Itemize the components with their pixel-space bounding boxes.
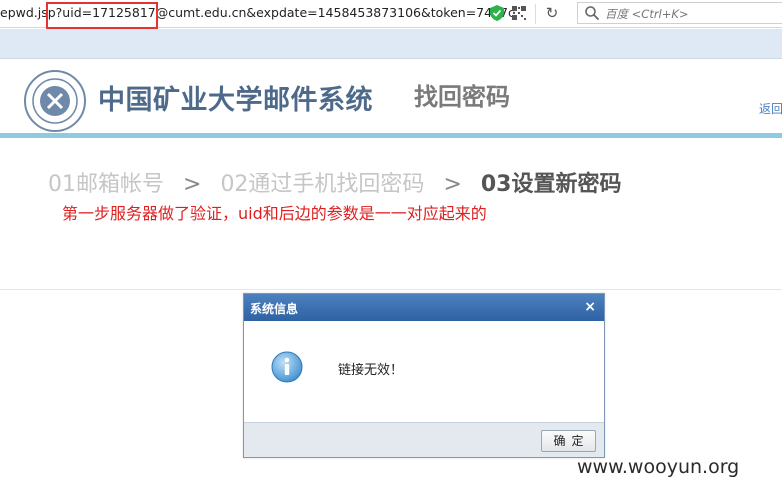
university-logo <box>24 70 86 132</box>
qr-code-icon[interactable] <box>512 6 526 20</box>
search-icon <box>585 6 600 21</box>
header-accent-line <box>0 133 782 138</box>
reload-icon[interactable]: ↻ <box>543 4 561 22</box>
search-input[interactable]: 百度 <Ctrl+K> <box>577 2 782 24</box>
uid-highlight-box <box>46 2 158 29</box>
step-1: 01邮箱帐号 <box>48 172 164 197</box>
step-arrow: > <box>443 172 462 197</box>
back-link[interactable]: 返回 <box>759 100 782 117</box>
dialog-message: 链接无效！ <box>338 363 404 378</box>
step-2: 02通过手机找回密码 <box>220 172 425 197</box>
step-3-current: 03设置新密码 <box>480 172 622 197</box>
bookmark-toolbar <box>0 29 782 59</box>
watermark: www.wooyun.org <box>577 456 740 478</box>
page-title: 找回密码 <box>414 83 510 111</box>
content-divider <box>0 289 782 290</box>
close-icon[interactable]: × <box>584 298 596 316</box>
browser-url-bar: epwd.jsp?uid=17125817@cumt.edu.cn&expdat… <box>0 0 782 29</box>
ok-button[interactable]: 确定 <box>541 430 596 452</box>
page-header: 中国矿业大学邮件系统 找回密码 返回 <box>0 60 782 136</box>
dialog-title: 系统信息 <box>250 302 299 316</box>
step-arrow: > <box>183 172 202 197</box>
shield-icon[interactable] <box>490 5 504 21</box>
search-placeholder: 百度 <Ctrl+K> <box>605 7 689 21</box>
annotation-text: 第一步服务器做了验证，uid和后边的参数是一一对应起来的 <box>62 204 487 223</box>
step-progress: 01邮箱帐号 > 02通过手机找回密码 > 03设置新密码 <box>48 166 622 198</box>
info-icon <box>271 351 303 383</box>
site-title: 中国矿业大学邮件系统 <box>98 85 373 116</box>
toolbar-divider <box>535 4 536 24</box>
dialog-title-bar: 系统信息 × <box>244 294 604 321</box>
system-info-dialog: 系统信息 × 链接无效！ 确定 <box>243 293 605 458</box>
dialog-body: 链接无效！ <box>244 321 604 422</box>
dialog-footer: 确定 <box>244 422 604 457</box>
